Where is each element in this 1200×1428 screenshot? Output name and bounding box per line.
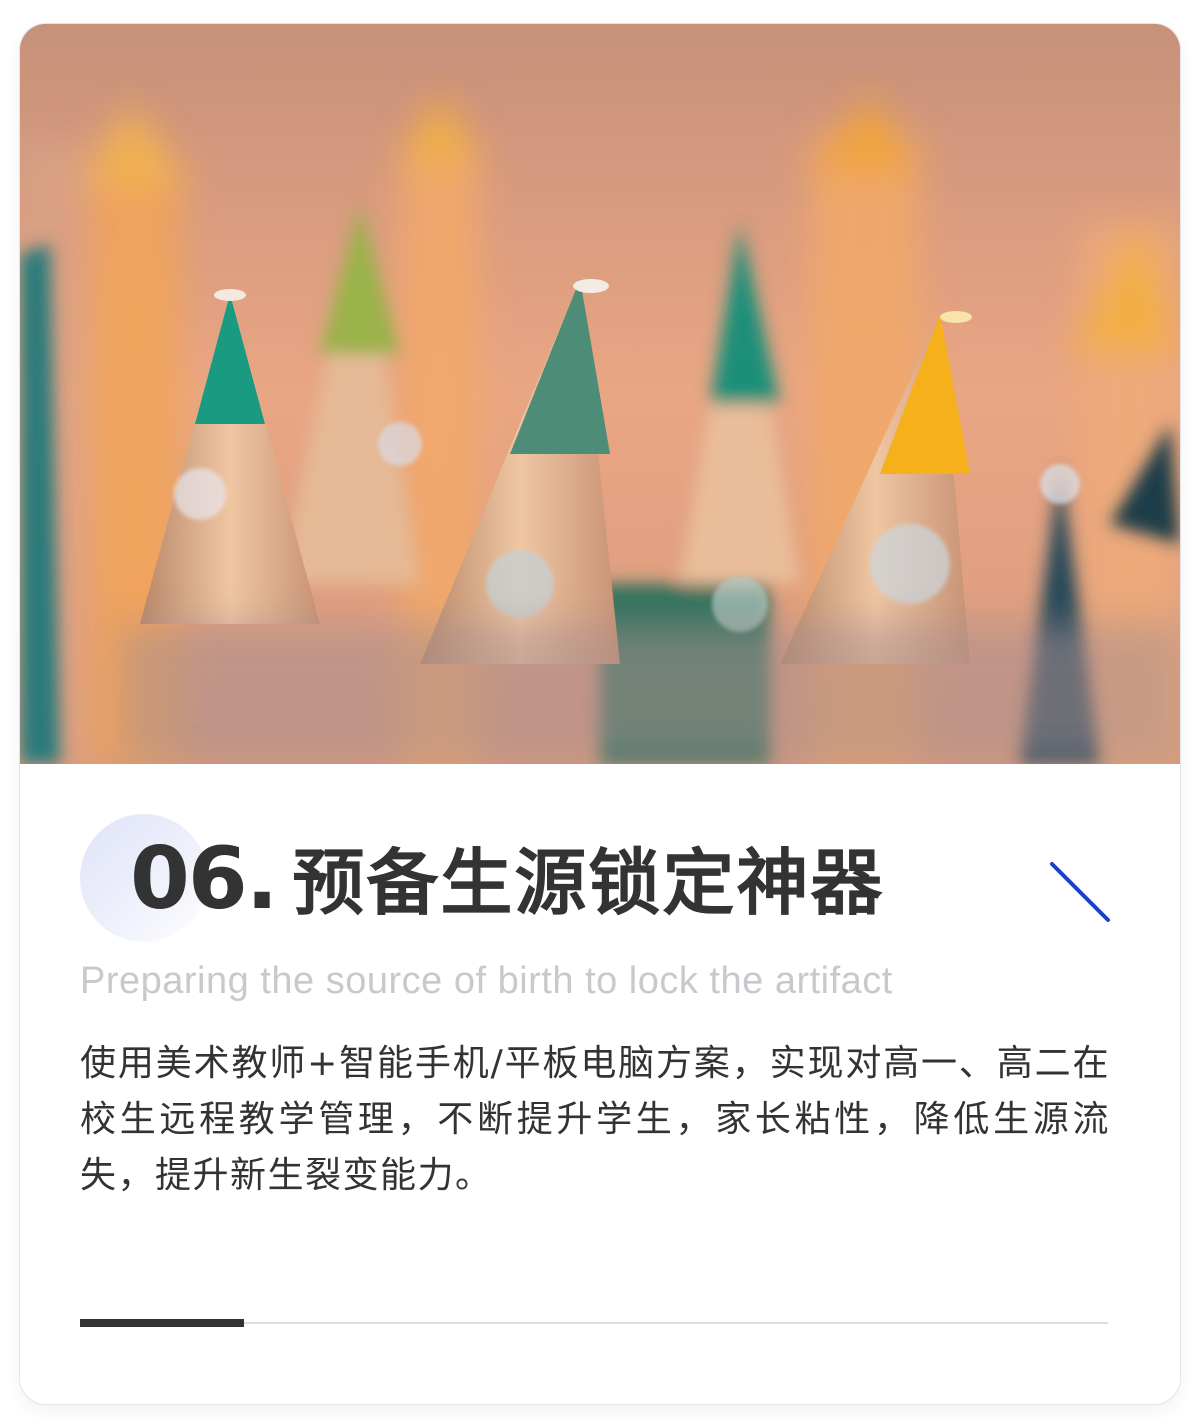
- hero-image: [20, 24, 1180, 764]
- section-title: 预备生源锁定神器: [292, 841, 885, 925]
- section-description: 使用美术教师+智能手机/平板电脑方案，实现对高一、高二在校生远程教学管理，不断提…: [80, 1043, 1110, 1196]
- feature-card: 06 . 预备生源锁定神器 Preparing the source of bi…: [20, 24, 1180, 1404]
- section-subtitle: Preparing the source of birth to lock th…: [80, 960, 893, 1002]
- section-heading: 06 . 预备生源锁定神器: [130, 836, 884, 922]
- section-number-dot: .: [245, 829, 279, 929]
- diagonal-line-icon: [1050, 862, 1110, 922]
- section-number: 06: [130, 829, 248, 929]
- pencils-illustration: [20, 24, 1180, 764]
- divider-accent-bar: [80, 1319, 244, 1327]
